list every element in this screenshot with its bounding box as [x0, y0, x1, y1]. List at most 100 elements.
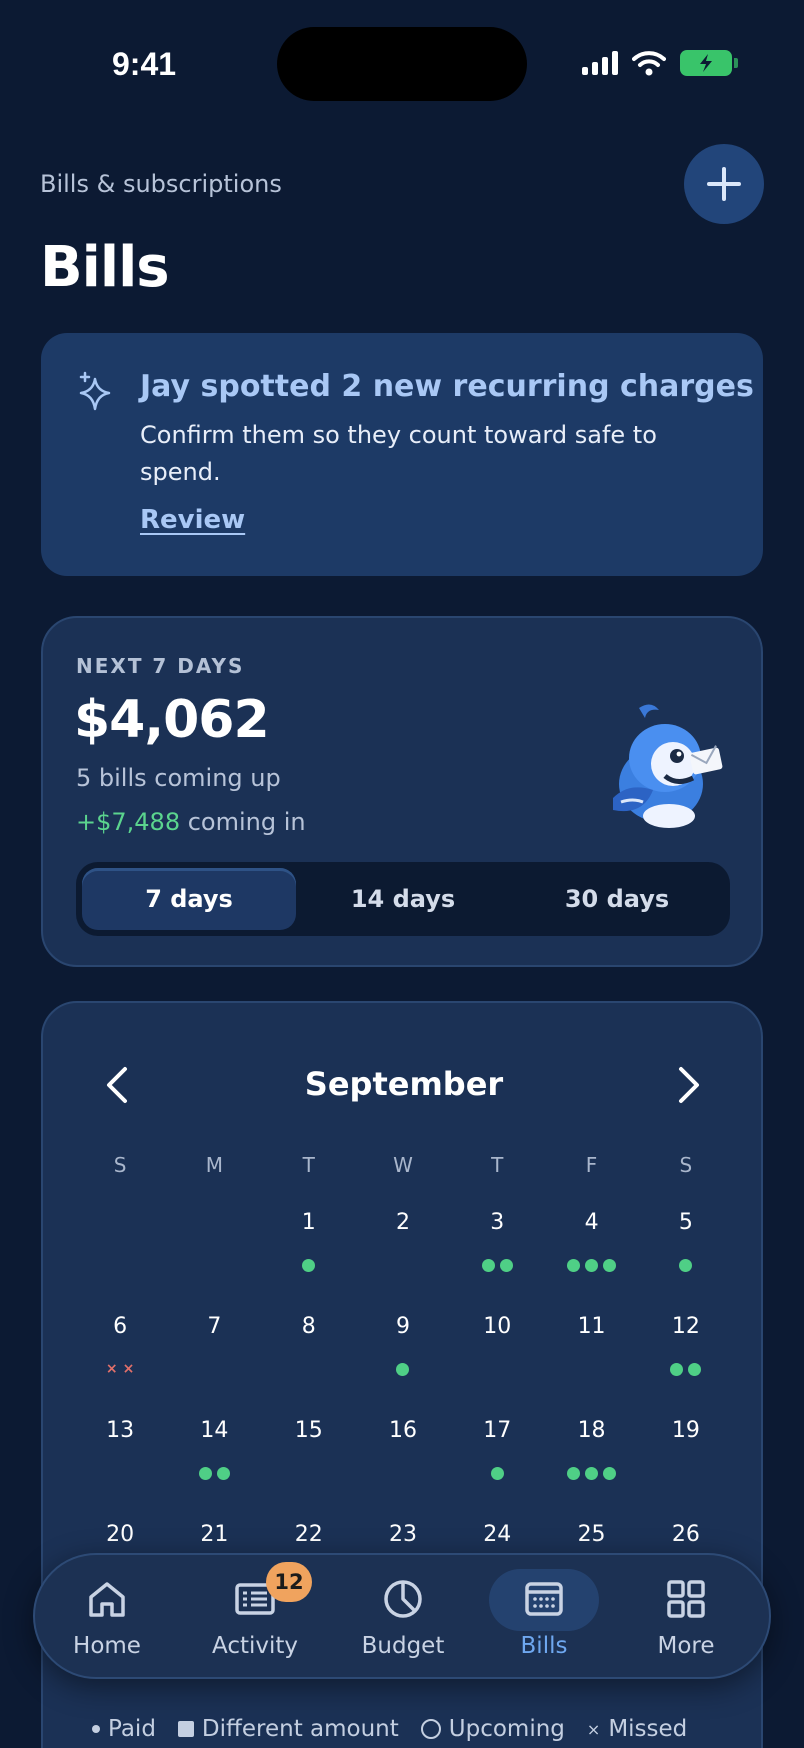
calendar-day[interactable]: 11 — [544, 1314, 638, 1418]
tab-budget[interactable]: Budget — [333, 1555, 473, 1681]
home-icon — [89, 1582, 125, 1617]
tab-home[interactable]: Home — [37, 1555, 177, 1681]
chevron-right-icon[interactable] — [675, 1065, 703, 1105]
day-number: 10 — [483, 1314, 512, 1339]
page-title: Bills — [40, 235, 170, 300]
calendar-week: 1 2 3 4 5 — [73, 1210, 733, 1314]
bill-markers — [356, 1258, 450, 1272]
add-bill-button[interactable] — [684, 144, 764, 224]
sparkle-icon — [79, 371, 111, 411]
cellular-signal-icon — [582, 51, 618, 75]
bill-markers — [544, 1466, 638, 1480]
weekday-label: M — [205, 1153, 224, 1177]
tab-label: Bills — [520, 1633, 568, 1659]
bill-markers — [167, 1258, 261, 1272]
calendar-day[interactable]: 12 — [639, 1314, 733, 1418]
calendar-legend: Paid Different amount Upcoming × Missed — [92, 1716, 687, 1742]
bluejay-mascot-icon — [613, 704, 723, 828]
calendar-day[interactable]: 13 — [73, 1418, 167, 1522]
calendar-empty-cell — [167, 1210, 261, 1314]
calendar-day[interactable]: 17 — [450, 1418, 544, 1522]
calendar-day[interactable]: 6 × × — [73, 1314, 167, 1418]
day-number: 23 — [388, 1522, 417, 1547]
day-number: 11 — [577, 1314, 606, 1339]
calendar-day[interactable]: 3 — [450, 1210, 544, 1314]
calendar-day[interactable]: 9 — [356, 1314, 450, 1418]
grid-icon — [667, 1580, 705, 1618]
page-subtitle: Bills & subscriptions — [40, 170, 282, 198]
day-number: 8 — [301, 1314, 316, 1339]
tab-bar: Home Activity Budget Bills More — [33, 1553, 771, 1679]
bill-markers — [356, 1362, 450, 1376]
paid-dot-icon — [585, 1466, 599, 1480]
day-number — [73, 1210, 167, 1240]
day-number — [167, 1210, 261, 1240]
bill-markers — [639, 1258, 733, 1272]
status-bar: 9:41 — [0, 0, 804, 120]
day-number: 2 — [395, 1210, 410, 1235]
paid-dot-icon — [92, 1725, 100, 1733]
bill-markers — [639, 1362, 733, 1376]
range-14-days[interactable]: 14 days — [296, 868, 510, 930]
weekday-label: F — [585, 1153, 598, 1177]
battery-icon — [680, 50, 738, 76]
bill-markers — [73, 1258, 167, 1272]
calendar-day[interactable]: 4 — [544, 1210, 638, 1314]
upcoming-summary-card: NEXT 7 DAYS $4,062 5 bills coming up +$7… — [41, 616, 763, 967]
legend-upcoming: Upcoming — [420, 1716, 565, 1742]
weekday-label: S — [113, 1153, 127, 1177]
ring-icon — [420, 1719, 441, 1739]
tab-label: More — [657, 1633, 715, 1659]
calendar-day[interactable]: 10 — [450, 1314, 544, 1418]
bill-markers — [167, 1466, 261, 1480]
range-7-days[interactable]: 7 days — [82, 868, 296, 930]
paid-dot-icon — [603, 1258, 617, 1272]
paid-dot-icon — [481, 1258, 495, 1272]
tab-label: Budget — [361, 1633, 445, 1659]
day-number: 5 — [678, 1210, 693, 1235]
day-number: 4 — [584, 1210, 599, 1235]
plus-icon — [707, 167, 741, 201]
weekday-label: T — [302, 1153, 315, 1177]
calendar-day[interactable]: 2 — [356, 1210, 450, 1314]
bill-markers — [450, 1362, 544, 1376]
bills-count: 5 bills coming up — [76, 764, 281, 792]
tab-label: Activity — [211, 1633, 298, 1659]
paid-dot-icon — [670, 1362, 684, 1376]
weekday-label: S — [679, 1153, 693, 1177]
paid-dot-icon — [567, 1258, 581, 1272]
tab-more[interactable]: More — [616, 1555, 756, 1681]
calendar-day[interactable]: 16 — [356, 1418, 450, 1522]
calendar-day[interactable]: 1 — [262, 1210, 356, 1314]
bill-markers — [262, 1258, 356, 1272]
wifi-icon — [632, 51, 666, 76]
x-icon: × — [586, 1719, 601, 1739]
bill-markers — [450, 1258, 544, 1272]
day-number: 13 — [106, 1418, 135, 1443]
summary-total: $4,062 — [74, 690, 270, 750]
bill-markers — [450, 1466, 544, 1480]
bill-markers — [639, 1466, 733, 1480]
review-link[interactable]: Review — [140, 505, 245, 535]
recurring-charges-alert: Jay spotted 2 new recurring charges Conf… — [41, 333, 763, 576]
calendar-day[interactable]: 15 — [262, 1418, 356, 1522]
incoming-amount: +$7,488 coming in — [76, 808, 306, 836]
day-number: 3 — [490, 1210, 505, 1235]
calendar-day[interactable]: 5 — [639, 1210, 733, 1314]
day-number: 20 — [106, 1522, 135, 1547]
calendar-day[interactable]: 14 — [167, 1418, 261, 1522]
status-time: 9:41 — [112, 46, 177, 82]
calendar-day[interactable]: 18 — [544, 1418, 638, 1522]
legend-different-amount: Different amount — [177, 1716, 399, 1742]
range-30-days[interactable]: 30 days — [510, 868, 724, 930]
legend-paid: Paid — [92, 1716, 156, 1742]
status-icons — [582, 50, 738, 76]
paid-dot-icon — [567, 1466, 581, 1480]
calendar-day[interactable]: 19 — [639, 1418, 733, 1522]
weekday-label: T — [491, 1153, 504, 1177]
alert-title: Jay spotted 2 new recurring charges — [140, 369, 754, 404]
calendar-day[interactable]: 8 — [262, 1314, 356, 1418]
tab-bills[interactable]: Bills — [474, 1555, 614, 1681]
calendar-day[interactable]: 7 — [167, 1314, 261, 1418]
calendar-week: 13 14 15 16 17 18 19 — [73, 1418, 733, 1522]
